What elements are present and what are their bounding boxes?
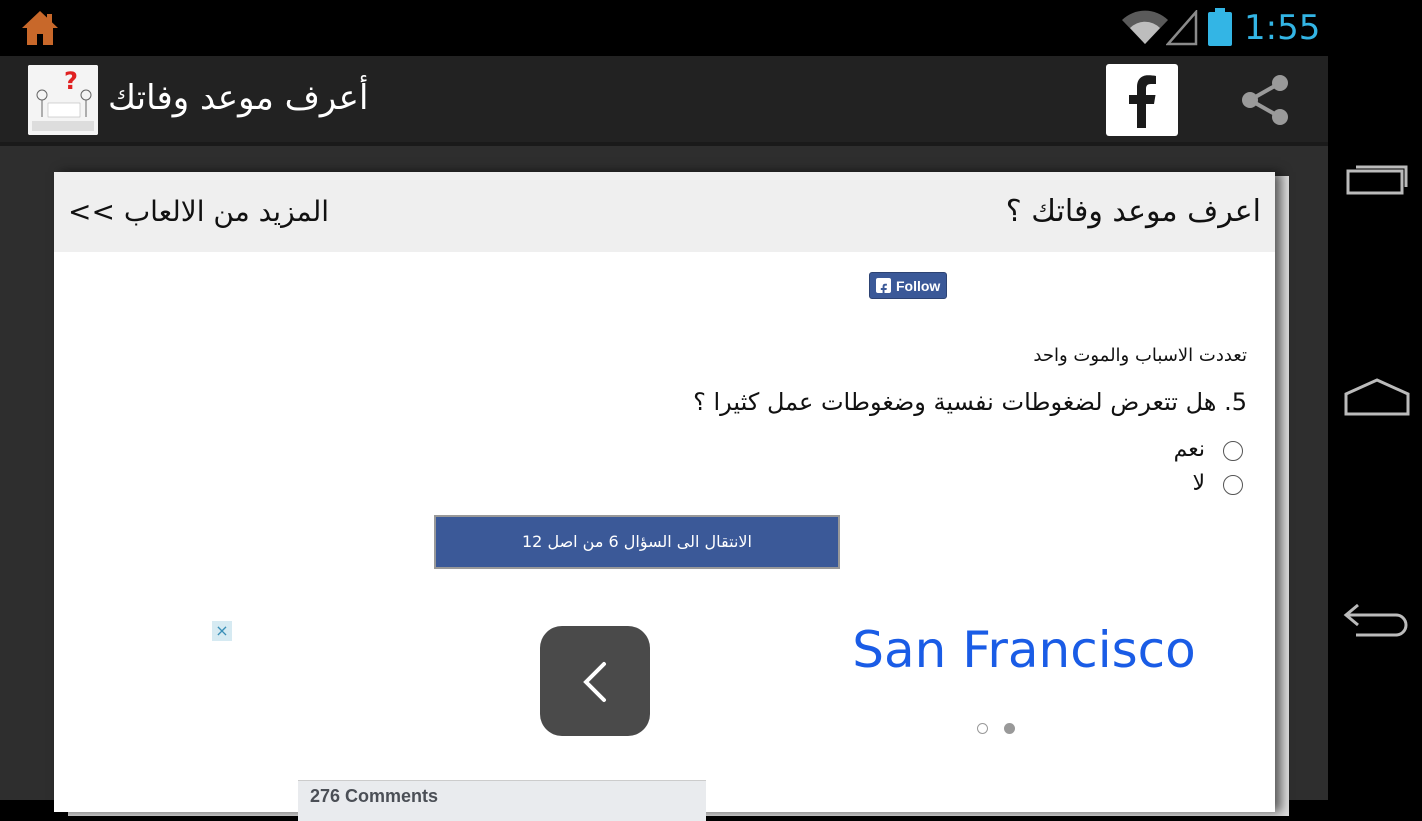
comments-box[interactable]: 276 Comments — [298, 780, 706, 821]
share-button[interactable] — [1236, 72, 1296, 128]
chevron-left-icon — [583, 662, 606, 702]
option-label: نعم — [1173, 437, 1205, 462]
app-title: أعرف موعد وفاتك — [108, 78, 369, 118]
option-label: لا — [1192, 471, 1205, 496]
webview-card[interactable]: اعرف موعد وفاتك ؟ المزيد من الالعاب >> F… — [54, 172, 1275, 821]
share-icon — [1242, 75, 1288, 125]
action-bar: ? أعرف موعد وفاتك — [0, 56, 1328, 146]
home-icon — [20, 8, 60, 48]
ad-page-dot[interactable] — [977, 723, 988, 734]
ad-text[interactable]: San Francisco — [834, 614, 1214, 686]
option-no[interactable]: لا — [1043, 469, 1243, 499]
home-icon — [1344, 378, 1410, 416]
ad-previous-button[interactable] — [540, 626, 650, 736]
ad-close-icon[interactable]: × — [212, 621, 232, 641]
comments-count: 276 Comments — [310, 786, 439, 806]
facebook-icon — [876, 278, 891, 296]
ad-page-dot-active[interactable] — [1004, 723, 1015, 734]
question-text: 5. هل تتعرض لضغوطات نفسية وضغوطات عمل كث… — [693, 388, 1247, 416]
follow-label: Follow — [896, 278, 941, 294]
next-question-button[interactable]: الانتقال الى السؤال 6 من اصل 12 — [434, 515, 840, 569]
facebook-icon — [1129, 75, 1156, 128]
facebook-button[interactable] — [1106, 64, 1178, 136]
wifi-icon — [1120, 10, 1170, 46]
recents-icon — [1346, 165, 1408, 195]
navigation-bar — [1328, 0, 1422, 800]
card-edge — [1275, 176, 1289, 800]
proverb-text: تعددت الاسباب والموت واحد — [1033, 345, 1247, 366]
option-yes[interactable]: نعم — [1043, 435, 1243, 465]
svg-text:?: ? — [64, 67, 78, 95]
status-bar: 1:55 — [0, 0, 1328, 56]
page-header: اعرف موعد وفاتك ؟ المزيد من الالعاب >> — [54, 172, 1275, 252]
signal-icon — [1165, 8, 1198, 46]
facebook-follow-button[interactable]: Follow — [869, 272, 947, 299]
back-icon — [1343, 603, 1408, 637]
radio-button[interactable] — [1223, 441, 1243, 461]
page-heading: اعرف موعد وفاتك ؟ — [1005, 194, 1261, 229]
battery-icon — [1208, 8, 1232, 46]
back-button[interactable] — [1342, 595, 1412, 645]
clock: 1:55 — [1244, 8, 1321, 48]
more-games-link[interactable]: المزيد من الالعاب >> — [68, 188, 368, 236]
nav-home-button[interactable] — [1342, 374, 1412, 424]
app-icon[interactable]: ? — [28, 65, 98, 135]
radio-button[interactable] — [1223, 475, 1243, 495]
recents-button[interactable] — [1342, 155, 1412, 205]
